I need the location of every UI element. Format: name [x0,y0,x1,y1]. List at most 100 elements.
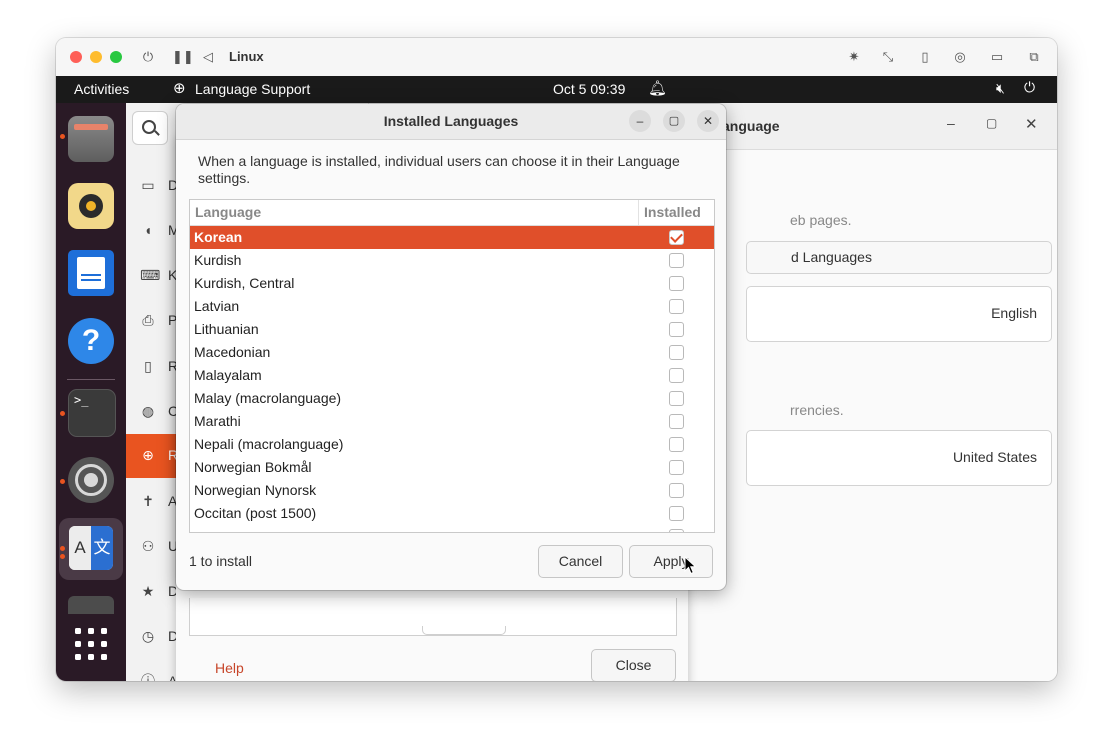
language-row[interactable]: Norwegian Bokmål [190,456,714,479]
running-indicator [60,546,65,551]
language-name: Occitan (post 1500) [194,505,317,521]
app-menu[interactable]: Language Support [195,81,310,97]
web-pages-text: eb pages. [790,212,852,228]
installed-checkbox[interactable] [669,483,684,498]
language-name: Kurdish, Central [194,275,295,291]
installed-checkbox[interactable] [669,253,684,268]
usb-icon[interactable]: ▯ [917,49,933,65]
power-icon[interactable]: ⏻ [140,49,156,65]
language-name: Marathi [194,413,241,429]
formats-row[interactable]: United States [746,430,1052,486]
help-link[interactable]: Help [215,660,244,676]
close-button[interactable]: Close [591,649,676,681]
language-row[interactable]: Lithuanian [190,318,714,341]
dialog-headerbar: Installed Languages – ▢ ✕ [176,104,726,140]
language-row[interactable]: Malay (macrolanguage) [190,387,714,410]
installed-checkbox[interactable] [669,437,684,452]
installed-checkbox[interactable] [669,391,684,406]
info-icon: ⓘ [141,673,155,681]
language-support-content [189,598,677,636]
help-app-icon[interactable]: ? [68,318,114,364]
install-status: 1 to install [189,553,253,569]
mouse-cursor-icon [684,556,697,575]
power-menu-icon[interactable]: ⏻ [1024,79,1035,96]
language-row[interactable]: Kurdish, Central [190,272,714,295]
column-header-language[interactable]: Language [195,204,261,220]
language-row[interactable]: Macedonian [190,341,714,364]
installed-checkbox[interactable] [669,460,684,475]
installed-checkbox[interactable] [669,230,684,245]
dock: ? >_ A 文 [56,103,126,681]
users-icon: ⚇ [141,538,155,554]
close-icon[interactable]: ✕ [1025,115,1038,133]
installed-languages-dialog: Installed Languages – ▢ ✕ When a languag… [176,104,726,590]
installed-checkbox[interactable] [669,368,684,383]
shared-folder-icon[interactable]: ▭ [989,49,1005,65]
back-icon[interactable]: ◁ [200,49,216,65]
rhythmbox-app-icon[interactable] [68,183,114,229]
language-row[interactable]: Latvian [190,295,714,318]
installed-checkbox[interactable] [669,506,684,521]
installed-checkbox[interactable] [669,276,684,291]
currencies-text: rrencies. [790,402,844,418]
language-name: Latvian [194,298,240,314]
installed-checkbox[interactable] [669,322,684,337]
language-name: Korean [194,229,243,245]
removable-media-icon: ▯ [144,358,152,374]
keyboard-icon: ⌨ [140,267,161,283]
writer-app-icon[interactable] [68,250,114,296]
language-name: Malay (macrolanguage) [194,390,342,406]
printer-icon: ⎙ [142,312,154,328]
language-list[interactable]: Language Installed Korean Kurdish Kurdish,… [189,199,715,533]
language-row[interactable]: Nepali (macrolanguage) [190,433,714,456]
trash-app-icon[interactable] [68,596,114,614]
clock[interactable]: Oct 5 09:39 [553,81,625,97]
language-support-app-icon[interactable]: A 文 [69,526,113,570]
pause-icon[interactable]: ❚❚ [172,49,194,65]
minimize-window-button[interactable] [90,51,102,63]
region-value: United States [952,449,1037,465]
language-row[interactable]: Norwegian Nynorsk [190,479,714,502]
language-row[interactable]: English [746,286,1052,342]
installed-checkbox[interactable] [669,529,684,532]
minimize-icon[interactable]: – [629,110,651,132]
installed-checkbox[interactable] [669,299,684,314]
minimize-icon[interactable]: – [947,115,955,131]
brightness-icon[interactable]: ✷ [846,49,862,65]
language-row[interactable]: Occitan (post 1500) [190,502,714,525]
resize-icon[interactable]: ⤡ [880,49,896,65]
language-row[interactable]: Marathi [190,410,714,433]
windows-icon[interactable]: ⧉ [1026,49,1042,65]
zoom-window-button[interactable] [110,51,122,63]
dock-separator [67,379,115,380]
cancel-button[interactable]: Cancel [538,545,623,578]
show-apps-icon[interactable] [75,628,108,661]
maximize-icon[interactable]: ▢ [663,110,685,132]
manage-languages-button[interactable]: d Languages [746,241,1052,274]
installed-checkbox[interactable] [669,414,684,429]
language-row[interactable]: Malayalam [190,364,714,387]
muted-speaker-icon[interactable]: 🔇︎ [996,80,1005,97]
terminal-app-icon[interactable]: >_ [68,389,116,437]
bell-icon[interactable]: 🔔︎ [648,79,667,97]
color-icon: ◍ [141,403,155,419]
language-row[interactable]: Korean [190,226,714,249]
close-icon[interactable]: ✕ [697,110,719,132]
settings-app-icon[interactable] [68,457,114,503]
column-header-installed[interactable]: Installed [644,204,701,220]
running-indicator [60,479,65,484]
installed-checkbox[interactable] [669,345,684,360]
files-app-icon[interactable] [68,116,114,162]
network-icon[interactable]: ◎ [952,49,968,65]
running-indicator [60,411,65,416]
language-row-partial[interactable] [190,525,714,532]
search-button[interactable] [132,111,168,145]
running-indicator [60,554,65,559]
globe-icon: ⊕ [173,80,186,97]
language-row[interactable]: Kurdish [190,249,714,272]
apply-button[interactable]: Apply [629,545,713,578]
activities-button[interactable]: Activities [74,81,129,97]
maximize-icon[interactable]: ▢ [986,116,997,130]
language-name: Nepali (macrolanguage) [194,436,344,452]
close-window-button[interactable] [70,51,82,63]
